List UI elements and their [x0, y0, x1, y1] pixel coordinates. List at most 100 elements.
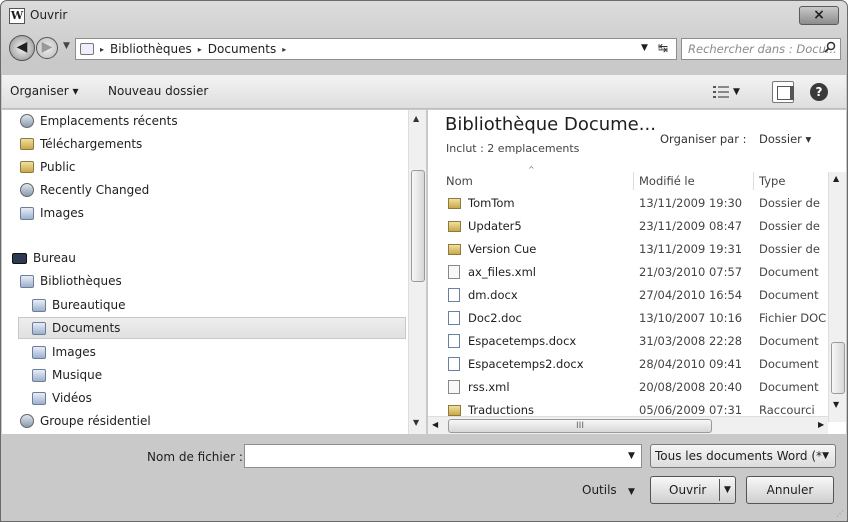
scroll-up-icon[interactable]: ▲ [413, 114, 419, 123]
chevron-down-icon: ▼ [822, 451, 829, 461]
split-divider [719, 479, 720, 501]
nav-item-public[interactable]: Public [20, 156, 76, 178]
column-divider[interactable] [753, 172, 754, 190]
file-date: 20/08/2008 20:40 [639, 380, 743, 394]
scroll-up-icon[interactable]: ▲ [833, 174, 839, 183]
nav-item-homegroup[interactable]: Groupe résidentiel [20, 410, 151, 432]
downloads-icon [20, 138, 34, 150]
word-document-icon [448, 311, 460, 325]
resize-grip-icon[interactable]: ⋰ [836, 509, 844, 518]
nav-item-label: Documents [52, 321, 121, 335]
search-input[interactable]: Rechercher dans : Docu... [681, 38, 841, 60]
file-row[interactable]: TomTom 13/11/2009 19:30 Dossier de [428, 192, 828, 214]
organize-button[interactable]: Organiser ▾ [10, 84, 78, 98]
search-icon[interactable] [824, 41, 836, 53]
column-divider[interactable] [633, 172, 634, 190]
nav-scroll-thumb[interactable] [411, 170, 425, 282]
file-type: Dossier de [759, 242, 820, 256]
breadcrumb-documents[interactable]: Documents [208, 42, 276, 56]
recent-pages-dropdown[interactable]: ▼ [63, 41, 70, 51]
nav-item-recently-changed[interactable]: Recently Changed [20, 179, 149, 201]
preview-pane-button[interactable] [772, 81, 794, 103]
nav-item-videos[interactable]: Vidéos [32, 387, 92, 409]
library-subtitle[interactable]: Inclut : 2 emplacements [446, 142, 579, 155]
arrange-by-label: Organiser par : [660, 132, 747, 146]
homegroup-icon [20, 414, 34, 428]
library-icon [80, 43, 94, 55]
back-arrow-icon: ◀ [16, 39, 28, 55]
file-date: 28/04/2010 09:41 [639, 357, 743, 371]
tools-dropdown-icon[interactable]: ▼ [628, 487, 635, 497]
nav-item-bureautique[interactable]: Bureautique [32, 294, 126, 316]
nav-item-images-library[interactable]: Images [32, 341, 96, 363]
nav-item-documents[interactable]: Documents [18, 317, 406, 339]
file-name: TomTom [468, 196, 515, 210]
address-dropdown-button[interactable]: ▼ [641, 43, 648, 53]
file-date: 13/11/2009 19:30 [639, 196, 743, 210]
nav-item-downloads[interactable]: Téléchargements [20, 133, 142, 155]
horizontal-scroll-thumb[interactable]: III [448, 419, 712, 433]
file-row[interactable]: Espacetemps.docx 31/03/2008 22:28 Docume… [428, 330, 828, 352]
word-document-icon [448, 334, 460, 348]
scroll-right-icon[interactable]: ▶ [818, 420, 824, 429]
forward-button[interactable]: ▶ [36, 37, 58, 59]
nav-item-images[interactable]: Images [20, 202, 84, 224]
nav-item-label: Groupe résidentiel [40, 414, 151, 428]
filename-dropdown-button[interactable]: ▼ [628, 451, 635, 461]
nav-item-desktop[interactable]: Bureau [12, 247, 76, 269]
file-name: Traductions [468, 403, 535, 417]
nav-item-recent-places[interactable]: Emplacements récents [20, 110, 178, 132]
file-type: Document [759, 334, 819, 348]
library-title: Bibliothèque Docume... [445, 114, 656, 135]
nav-item-label: Images [40, 206, 84, 220]
file-date: 13/10/2007 10:16 [639, 311, 743, 325]
file-list-horizontal-scrollbar[interactable]: ◀ III ▶ [428, 416, 828, 434]
file-type-select[interactable]: Tous les documents Word (* ▼ [650, 444, 836, 468]
column-header-name[interactable]: Nom [446, 174, 473, 188]
column-header-modified[interactable]: Modifié le [639, 174, 695, 188]
filename-label: Nom de fichier : [147, 450, 243, 464]
open-button[interactable]: Ouvrir ▼ [650, 476, 736, 504]
scroll-left-icon[interactable]: ◀ [432, 420, 438, 429]
file-list-scroll-thumb[interactable] [831, 342, 845, 394]
file-list-pane: Bibliothèque Docume... Inclut : 2 emplac… [428, 110, 846, 434]
filename-input[interactable] [244, 444, 642, 468]
file-row[interactable]: Espacetemps2.docx 28/04/2010 09:41 Docum… [428, 353, 828, 375]
nav-item-label: Bibliothèques [40, 274, 122, 288]
file-row[interactable]: Doc2.doc 13/10/2007 10:16 Fichier DOC [428, 307, 828, 329]
sort-ascending-icon: ^ [528, 165, 535, 174]
nav-scrollbar[interactable]: ▲ ▼ [408, 110, 426, 434]
scroll-down-icon[interactable]: ▼ [413, 418, 419, 427]
refresh-icon[interactable]: ↹ [658, 41, 668, 55]
scroll-down-icon[interactable]: ▼ [833, 400, 839, 409]
file-row[interactable]: ax_files.xml 21/03/2010 07:57 Document [428, 261, 828, 283]
file-name: Updater5 [468, 219, 522, 233]
help-button[interactable]: ? [810, 83, 828, 101]
change-view-button[interactable]: ▼ [713, 83, 751, 101]
file-type: Document [759, 265, 819, 279]
cancel-button[interactable]: Annuler [746, 476, 834, 504]
tools-button[interactable]: Outils [582, 483, 617, 497]
close-button[interactable]: × [799, 6, 839, 25]
file-row[interactable]: Updater5 23/11/2009 08:47 Dossier de [428, 215, 828, 237]
file-date: 13/11/2009 19:31 [639, 242, 743, 256]
file-list-vertical-scrollbar[interactable]: ▲ ▼ [828, 172, 846, 422]
new-folder-button[interactable]: Nouveau dossier [108, 84, 208, 98]
breadcrumb-separator[interactable]: ▸ [100, 45, 104, 54]
arrange-by-dropdown[interactable]: Dossier ▾ [759, 132, 811, 146]
address-bar[interactable]: ▸ Bibliothèques ▸ Documents ▸ [75, 38, 677, 60]
open-options-dropdown-icon[interactable]: ▼ [724, 477, 731, 503]
nav-item-music[interactable]: Musique [32, 364, 102, 386]
nav-item-libraries[interactable]: Bibliothèques [20, 270, 122, 292]
column-header-type[interactable]: Type [759, 174, 785, 188]
file-row[interactable]: rss.xml 20/08/2008 20:40 Document [428, 376, 828, 398]
breadcrumb-separator[interactable]: ▸ [198, 45, 202, 54]
file-type: Document [759, 357, 819, 371]
title-bar: W Ouvrir × [1, 1, 847, 31]
file-row[interactable]: Version Cue 13/11/2009 19:31 Dossier de [428, 238, 828, 260]
chevron-down-icon: ▼ [733, 87, 740, 97]
breadcrumb-libraries[interactable]: Bibliothèques [110, 42, 192, 56]
file-row[interactable]: dm.docx 27/04/2010 16:54 Document [428, 284, 828, 306]
back-button[interactable]: ◀ [9, 35, 35, 61]
breadcrumb-separator[interactable]: ▸ [282, 45, 286, 54]
